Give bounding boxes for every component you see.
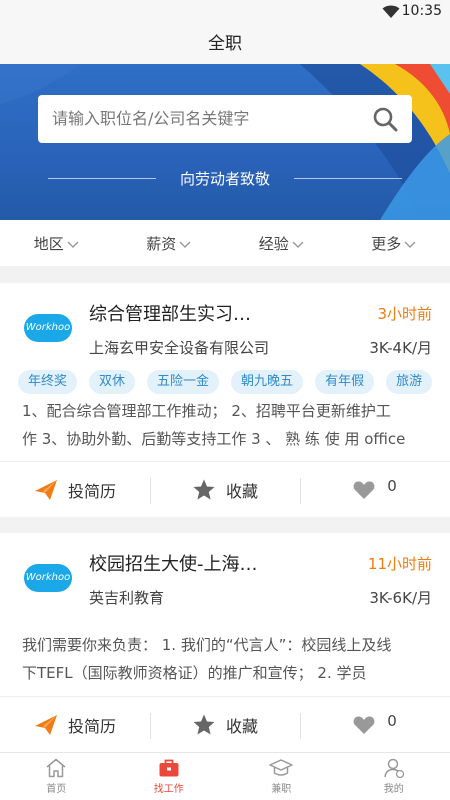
company-logo: Workhoo xyxy=(24,314,72,342)
star-icon xyxy=(193,479,215,499)
page-title: 全职 xyxy=(0,24,450,64)
chevron-down-icon xyxy=(67,241,79,248)
job-description-line: 1、配合综合管理部工作推动； 2、招聘平台更新维护工 xyxy=(22,402,391,420)
job-post-time: 11小时前 xyxy=(367,555,432,573)
job-description: 我们需要你来负责： 1. 我们的“代言人”：校园线上及线 下TEFL（国际教师资… xyxy=(22,631,434,687)
company-name: 英吉利教育 xyxy=(89,589,165,607)
user-icon xyxy=(384,758,404,778)
tab-home[interactable]: 首页 xyxy=(0,753,113,800)
apply-button[interactable]: 投简历 xyxy=(0,462,150,517)
company-logo: Workhoo xyxy=(24,564,72,592)
filter-bar: 地区 薪资 经验 更多 xyxy=(0,220,450,266)
search-input[interactable]: 请输入职位名/公司名关键字 xyxy=(38,95,412,143)
search-banner: 请输入职位名/公司名关键字 向劳动者致敬 xyxy=(0,64,450,220)
job-card[interactable]: Workhoo 综合管理部生实习… 3小时前 上海玄甲安全设备有限公司 3K-4… xyxy=(0,283,450,517)
status-bar: 10:35 xyxy=(0,0,450,24)
benefit-tag: 朝九晚五 xyxy=(231,370,304,394)
favorite-button[interactable]: 收藏 xyxy=(150,697,300,752)
filter-more[interactable]: 更多 xyxy=(338,220,450,266)
filter-label: 经验 xyxy=(258,234,289,253)
chevron-down-icon xyxy=(404,241,416,248)
job-description-line: 下TEFL（国际教师资格证）的推广和宣传； 2. 学员 xyxy=(22,664,367,682)
like-count: 0 xyxy=(387,711,397,730)
job-salary: 3K-6K/月 xyxy=(369,589,432,607)
heart-icon xyxy=(353,480,375,499)
benefit-tag: 旅游 xyxy=(386,370,433,394)
tab-label: 我的 xyxy=(383,784,404,795)
job-title[interactable]: 综合管理部生实习… xyxy=(89,300,251,326)
job-post-time: 3小时前 xyxy=(377,305,432,323)
paper-plane-icon xyxy=(34,714,57,735)
graduation-cap-icon xyxy=(269,759,293,776)
tab-part-time[interactable]: 兼职 xyxy=(225,753,338,800)
favorite-button[interactable]: 收藏 xyxy=(150,462,300,517)
job-description-line: 作 3、协助外勤、后勤等支持工作 3 、 熟 练 使 用 office xyxy=(22,430,406,448)
tab-find-job[interactable]: 找工作 xyxy=(113,753,226,800)
job-description-line: 我们需要你来负责： 1. 我们的“代言人”：校园线上及线 xyxy=(22,636,392,654)
benefit-tag: 双休 xyxy=(89,370,136,394)
tab-label: 兼职 xyxy=(271,784,292,795)
job-description: 1、配合综合管理部工作推动； 2、招聘平台更新维护工 作 3、协助外勤、后勤等支… xyxy=(22,397,434,453)
company-name: 上海玄甲安全设备有限公司 xyxy=(89,339,270,357)
chevron-down-icon xyxy=(292,241,304,248)
divider-right xyxy=(294,178,402,179)
apply-label: 投简历 xyxy=(67,481,116,501)
benefit-tag: 年终奖 xyxy=(18,370,78,394)
filter-salary[interactable]: 薪资 xyxy=(113,220,226,266)
bottom-tab-bar: 首页 找工作 兼职 我的 xyxy=(0,752,450,800)
like-button[interactable]: 0 xyxy=(300,697,450,752)
paper-plane-icon xyxy=(34,479,57,500)
search-icon[interactable] xyxy=(372,106,398,132)
search-placeholder: 请输入职位名/公司名关键字 xyxy=(52,109,250,128)
filter-label: 地区 xyxy=(33,234,64,253)
job-card[interactable]: Workhoo 校园招生大使-上海… 11小时前 英吉利教育 3K-6K/月 我… xyxy=(0,533,450,752)
job-actions: 投简历 收藏 0 xyxy=(0,461,450,517)
job-actions: 投简历 收藏 0 xyxy=(0,696,450,752)
briefcase-icon xyxy=(159,759,179,777)
benefit-tag: 有年假 xyxy=(315,370,375,394)
tab-profile[interactable]: 我的 xyxy=(338,753,450,800)
like-button[interactable]: 0 xyxy=(300,462,450,517)
benefit-tag: 五险一金 xyxy=(147,370,220,394)
heart-icon xyxy=(353,715,375,734)
apply-label: 投简历 xyxy=(67,716,116,736)
filter-label: 更多 xyxy=(371,234,402,253)
favorite-label: 收藏 xyxy=(225,481,258,501)
slogan: 向劳动者致敬 xyxy=(48,164,402,194)
filter-region[interactable]: 地区 xyxy=(0,220,113,266)
filter-experience[interactable]: 经验 xyxy=(225,220,338,266)
job-title[interactable]: 校园招生大使-上海… xyxy=(89,550,258,576)
tab-label: 首页 xyxy=(46,784,67,795)
favorite-label: 收藏 xyxy=(225,716,258,736)
filter-label: 薪资 xyxy=(146,234,177,253)
tab-label: 找工作 xyxy=(153,784,184,795)
star-icon xyxy=(193,714,215,734)
status-time: 10:35 xyxy=(401,3,442,19)
wifi-icon xyxy=(382,5,400,18)
apply-button[interactable]: 投简历 xyxy=(0,697,150,752)
chevron-down-icon xyxy=(179,241,191,248)
like-count: 0 xyxy=(387,476,397,495)
home-icon xyxy=(46,758,66,778)
benefit-tags: 年终奖 双休 五险一金 朝九晚五 有年假 旅游 xyxy=(18,370,433,394)
job-salary: 3K-4K/月 xyxy=(369,339,432,357)
